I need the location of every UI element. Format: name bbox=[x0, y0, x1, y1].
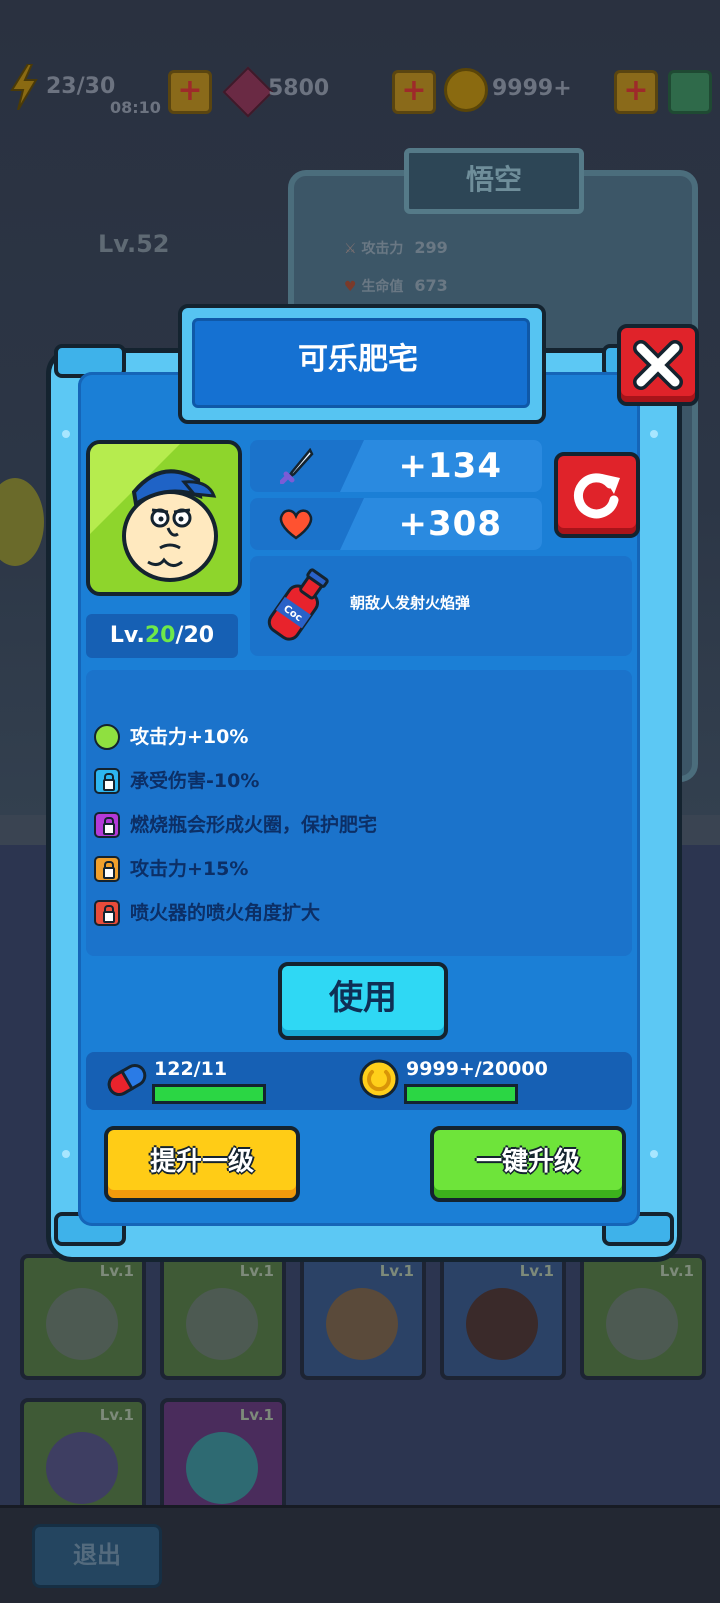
refresh-button[interactable] bbox=[554, 452, 640, 538]
unlocked-dot-icon bbox=[94, 724, 120, 750]
pill-progress-bar bbox=[152, 1084, 266, 1104]
energy-counter: 23/30 bbox=[46, 74, 116, 99]
plus-icon: + bbox=[401, 73, 427, 108]
perk-text: 攻击力+10% bbox=[130, 726, 249, 748]
bg-stat-label: 生命值 bbox=[361, 279, 404, 295]
hero-card[interactable]: Lv.1 bbox=[160, 1254, 286, 1380]
energy-timer: 08:10 bbox=[110, 98, 161, 117]
lock-icon bbox=[94, 900, 120, 926]
heart-icon: ♥ bbox=[344, 279, 357, 295]
cola-bottle-icon: Coc bbox=[267, 568, 329, 641]
plus-icon: + bbox=[623, 73, 649, 108]
bg-stat-label: 攻击力 bbox=[361, 241, 404, 257]
pill-progress-text: 122/11 bbox=[154, 1058, 228, 1080]
perk-text: 攻击力+15% bbox=[130, 858, 249, 880]
hero-portrait bbox=[46, 1432, 118, 1504]
hero-portrait bbox=[606, 1288, 678, 1360]
gem-counter: 5800 bbox=[268, 76, 330, 101]
hero-portrait bbox=[186, 1432, 258, 1504]
refresh-icon bbox=[574, 473, 620, 519]
lock-icon bbox=[94, 856, 120, 882]
coin-icon bbox=[444, 68, 488, 112]
add-energy-button[interactable]: + bbox=[168, 70, 212, 114]
hero-name: 悟空 bbox=[404, 148, 584, 214]
heart-icon bbox=[279, 509, 313, 540]
lock-icon bbox=[94, 812, 120, 838]
coin-progress-text: 9999+/20000 bbox=[406, 1058, 548, 1080]
use-button[interactable]: 使用 bbox=[278, 962, 448, 1040]
perk-text: 承受伤害-10% bbox=[130, 770, 260, 792]
perk-text: 喷火器的喷火角度扩大 bbox=[130, 902, 321, 924]
attack-stat-row: +134 bbox=[250, 440, 542, 492]
sword-icon: ⚔ bbox=[344, 241, 357, 257]
hp-bonus-value: +308 bbox=[398, 504, 502, 544]
hero-card[interactable]: Lv.1 bbox=[440, 1254, 566, 1380]
level-prefix: Lv. bbox=[109, 623, 145, 648]
close-button[interactable] bbox=[617, 324, 699, 406]
frame-rivet bbox=[62, 1150, 70, 1158]
hero-portrait bbox=[466, 1288, 538, 1360]
pill-icon bbox=[107, 1064, 147, 1096]
upgrade-one-level-button[interactable]: 提升一级 bbox=[104, 1126, 300, 1202]
bg-stat-hp: ♥ 生命值 673 bbox=[344, 276, 448, 296]
plus-icon: + bbox=[177, 73, 203, 108]
frame-rivet bbox=[650, 1150, 658, 1158]
bg-stat-value: 673 bbox=[414, 276, 448, 295]
hero-level: Lv.52 bbox=[98, 230, 170, 258]
card-level: Lv.1 bbox=[239, 1262, 274, 1280]
hero-portrait bbox=[46, 1288, 118, 1360]
coin-progress-bar bbox=[404, 1084, 518, 1104]
hero-card[interactable]: Lv.1 bbox=[300, 1254, 426, 1380]
hero-level-indicator: Lv.20/20 bbox=[86, 614, 238, 658]
card-level: Lv.1 bbox=[379, 1262, 414, 1280]
attack-bonus-value: +134 bbox=[398, 446, 502, 486]
card-level: Lv.1 bbox=[519, 1262, 554, 1280]
level-current: 20 bbox=[144, 623, 176, 648]
frame-rivet bbox=[62, 430, 70, 438]
coin-counter: 9999+ bbox=[492, 76, 572, 101]
card-level: Lv.1 bbox=[239, 1406, 274, 1424]
bg-stat-value: 299 bbox=[414, 238, 448, 257]
coin-icon bbox=[359, 1059, 399, 1099]
shield-icon[interactable] bbox=[668, 70, 712, 114]
hero-avatar bbox=[86, 440, 242, 596]
dialog-title: 可乐肥宅 bbox=[298, 342, 418, 377]
exit-button[interactable]: 退出 bbox=[32, 1524, 162, 1588]
hero-card[interactable]: Lv.1 bbox=[20, 1254, 146, 1380]
upgrade-max-button[interactable]: 一键升级 bbox=[430, 1126, 626, 1202]
hero-portrait bbox=[326, 1288, 398, 1360]
card-level: Lv.1 bbox=[659, 1262, 694, 1280]
skill-description: 朝敌人发射火焰弹 bbox=[350, 594, 471, 612]
bg-stat-attack: ⚔ 攻击力 299 bbox=[344, 238, 448, 258]
perk-text: 燃烧瓶会形成火圈，保护肥宅 bbox=[130, 814, 378, 836]
close-icon bbox=[633, 340, 683, 390]
lightning-icon bbox=[10, 64, 38, 110]
card-level: Lv.1 bbox=[99, 1262, 134, 1280]
add-gems-button[interactable]: + bbox=[392, 70, 436, 114]
sword-icon bbox=[280, 448, 314, 484]
hero-portrait bbox=[186, 1288, 258, 1360]
fat-guy-portrait bbox=[90, 444, 218, 582]
frame-rivet bbox=[650, 430, 658, 438]
lock-icon bbox=[94, 768, 120, 794]
level-max: /20 bbox=[175, 623, 215, 648]
card-level: Lv.1 bbox=[99, 1406, 134, 1424]
hero-card[interactable]: Lv.1 bbox=[580, 1254, 706, 1380]
add-coins-button[interactable]: + bbox=[614, 70, 658, 114]
hp-stat-row: +308 bbox=[250, 498, 542, 550]
